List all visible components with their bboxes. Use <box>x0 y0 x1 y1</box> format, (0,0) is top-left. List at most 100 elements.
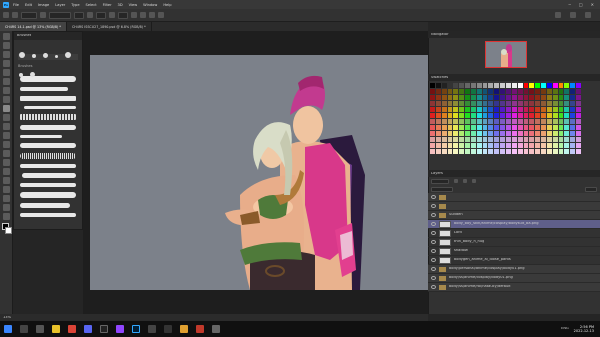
swatch[interactable] <box>558 119 564 124</box>
swatch[interactable] <box>482 95 488 100</box>
filter-pixel-icon[interactable] <box>454 179 458 183</box>
visibility-eye-icon[interactable] <box>431 285 436 289</box>
swatch[interactable] <box>570 131 576 136</box>
swatch[interactable] <box>441 107 447 112</box>
swatch[interactable] <box>523 101 529 106</box>
blend-mode-select[interactable] <box>431 186 453 192</box>
swatch[interactable] <box>564 89 570 94</box>
swatch[interactable] <box>564 101 570 106</box>
swatch[interactable] <box>494 143 500 148</box>
windows-start-icon[interactable] <box>4 325 12 333</box>
swatch[interactable] <box>529 89 535 94</box>
swatch[interactable] <box>459 113 465 118</box>
layer-row[interactable]: shadow <box>428 247 600 256</box>
swatch[interactable] <box>570 107 576 112</box>
layer-row[interactable]: Sudden <box>428 211 600 220</box>
swatch[interactable] <box>482 137 488 142</box>
swatch[interactable] <box>430 101 435 106</box>
swatch[interactable] <box>488 89 494 94</box>
swatch[interactable] <box>576 149 581 154</box>
swatch[interactable] <box>453 101 459 106</box>
swatch[interactable] <box>435 107 441 112</box>
brush-stroke-preview[interactable] <box>20 212 76 217</box>
swatch[interactable] <box>453 119 459 124</box>
swatch[interactable] <box>546 143 552 148</box>
swatch[interactable] <box>541 131 546 136</box>
swatch[interactable] <box>465 95 470 100</box>
swatch[interactable] <box>470 113 476 118</box>
swatch[interactable] <box>500 131 505 136</box>
file-explorer-icon[interactable] <box>52 325 60 333</box>
swatch[interactable] <box>517 101 523 106</box>
filter-adjust-icon[interactable] <box>463 179 467 183</box>
swatch[interactable] <box>564 107 570 112</box>
swatch[interactable] <box>535 83 541 88</box>
visibility-eye-icon[interactable] <box>431 195 436 199</box>
swatch[interactable] <box>564 143 570 148</box>
chrome-icon[interactable] <box>68 325 76 333</box>
swatch[interactable] <box>482 89 488 94</box>
brush-settings-icon[interactable] <box>40 12 46 18</box>
swatch[interactable] <box>447 137 453 142</box>
swatch[interactable] <box>494 125 500 130</box>
swatch[interactable] <box>465 113 470 118</box>
swatch[interactable] <box>435 95 441 100</box>
gradient-tool-icon[interactable] <box>3 141 10 148</box>
swatch[interactable] <box>435 125 441 130</box>
swatch[interactable] <box>430 95 435 100</box>
swatch[interactable] <box>430 107 435 112</box>
brush-stroke-preview[interactable] <box>20 142 76 148</box>
swatch[interactable] <box>546 83 552 88</box>
swatch[interactable] <box>470 95 476 100</box>
swatch[interactable] <box>488 131 494 136</box>
swatch[interactable] <box>546 137 552 142</box>
swatch[interactable] <box>564 83 570 88</box>
swatch[interactable] <box>570 89 576 94</box>
swatch[interactable] <box>453 113 459 118</box>
swatch[interactable] <box>470 137 476 142</box>
menu-help[interactable]: Help <box>163 3 171 7</box>
menu-edit[interactable]: Edit <box>25 3 32 7</box>
discord-icon[interactable] <box>84 325 92 333</box>
swatch[interactable] <box>435 119 441 124</box>
brush-stroke-preview[interactable] <box>20 163 76 168</box>
swatch[interactable] <box>459 101 465 106</box>
swatch[interactable] <box>470 143 476 148</box>
brush-stroke-preview[interactable] <box>20 202 70 208</box>
swatch[interactable] <box>529 119 535 124</box>
brush-stroke-preview[interactable] <box>22 172 76 178</box>
swatch[interactable] <box>494 83 500 88</box>
swatch[interactable] <box>541 143 546 148</box>
swatch[interactable] <box>459 95 465 100</box>
zoom-readout[interactable]: 13% <box>3 316 11 320</box>
visibility-eye-icon[interactable] <box>431 267 436 271</box>
swatch[interactable] <box>564 95 570 100</box>
swatch[interactable] <box>529 101 535 106</box>
brush-stroke-preview[interactable] <box>20 124 76 130</box>
lasso-tool-icon[interactable] <box>3 51 10 58</box>
swatch[interactable] <box>465 137 470 142</box>
swatch[interactable] <box>546 149 552 154</box>
filter-type-icon[interactable] <box>472 179 476 183</box>
swatch[interactable] <box>453 95 459 100</box>
swatch[interactable] <box>494 89 500 94</box>
swatch[interactable] <box>488 149 494 154</box>
swatch[interactable] <box>511 125 517 130</box>
swatch[interactable] <box>570 83 576 88</box>
swatch[interactable] <box>470 149 476 154</box>
swatch[interactable] <box>529 113 535 118</box>
swatch[interactable] <box>546 89 552 94</box>
swatch[interactable] <box>558 113 564 118</box>
swatch[interactable] <box>552 125 558 130</box>
swatch[interactable] <box>459 83 465 88</box>
swatch[interactable] <box>517 131 523 136</box>
swatch[interactable] <box>552 143 558 148</box>
swatch[interactable] <box>470 131 476 136</box>
swatch[interactable] <box>511 131 517 136</box>
swatch[interactable] <box>523 89 529 94</box>
swatch[interactable] <box>552 89 558 94</box>
swatch[interactable] <box>441 125 447 130</box>
swatch[interactable] <box>447 89 453 94</box>
swatch[interactable] <box>558 137 564 142</box>
swatch[interactable] <box>535 131 541 136</box>
